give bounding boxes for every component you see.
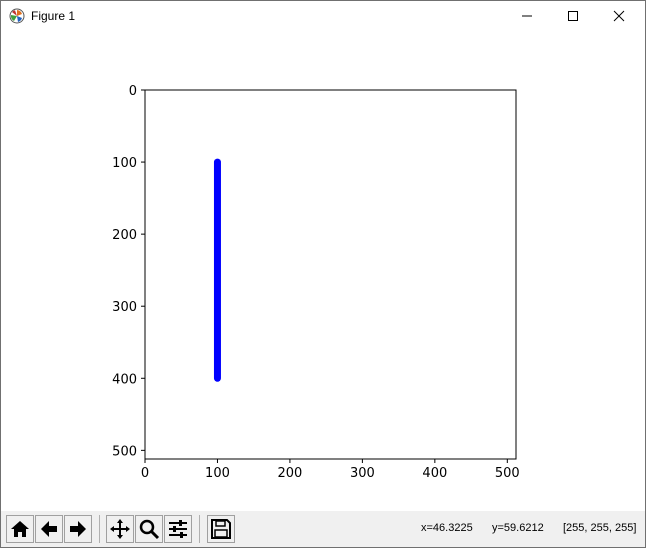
save-icon (211, 519, 231, 539)
zoom-icon (139, 519, 160, 540)
toolbar-separator (199, 515, 200, 543)
forward-button[interactable] (64, 515, 92, 543)
y-tick-label: 0 (129, 84, 137, 99)
pan-button[interactable] (106, 515, 134, 543)
x-tick-label: 100 (205, 466, 230, 481)
configure-subplots-button[interactable] (164, 515, 192, 543)
save-button[interactable] (207, 515, 235, 543)
axes-frame (144, 89, 517, 460)
x-tick-label: 300 (350, 466, 375, 481)
y-tick-label: 500 (112, 444, 137, 459)
home-button[interactable] (6, 515, 34, 543)
pan-icon (110, 519, 130, 539)
back-icon (41, 521, 57, 537)
cursor-y-readout: y=59.6212 (492, 522, 544, 534)
back-button[interactable] (35, 515, 63, 543)
y-tick-label: 300 (112, 300, 137, 315)
title-bar[interactable]: Figure 1 (1, 1, 645, 31)
figure-window: Figure 1 0 100 200 300 400 500 0 100 200 300 400 50… (0, 0, 646, 548)
minimize-button[interactable] (504, 1, 550, 31)
cursor-x-readout: x=46.3225 (421, 522, 473, 534)
minimize-icon (522, 15, 532, 17)
navigation-toolbar: x=46.3225 y=59.6212 [255, 255, 255] (1, 511, 645, 547)
forward-icon (70, 521, 86, 537)
zoom-button[interactable] (135, 515, 163, 543)
maximize-button[interactable] (550, 1, 596, 31)
x-tick-label: 500 (495, 466, 520, 481)
plot-area[interactable]: 0 100 200 300 400 500 0 100 200 300 400 500 (1, 31, 645, 511)
y-tick-label: 100 (112, 156, 137, 171)
window-title: Figure 1 (31, 9, 76, 23)
maximize-icon (568, 11, 578, 21)
x-tick-label: 400 (422, 466, 447, 481)
close-button[interactable] (596, 1, 642, 31)
y-tick-label: 200 (112, 228, 137, 243)
y-tick-label: 400 (112, 372, 137, 387)
home-icon (11, 521, 29, 537)
configure-subplots-icon (169, 520, 187, 538)
x-tick-label: 200 (278, 466, 303, 481)
x-tick-label: 0 (141, 466, 149, 481)
figure-canvas[interactable]: 0 100 200 300 400 500 0 100 200 300 400 500 (1, 31, 645, 511)
toolbar-separator (99, 515, 100, 543)
matplotlib-icon (9, 8, 25, 24)
close-icon (613, 10, 625, 22)
pixel-value-readout: [255, 255, 255] (563, 522, 637, 534)
